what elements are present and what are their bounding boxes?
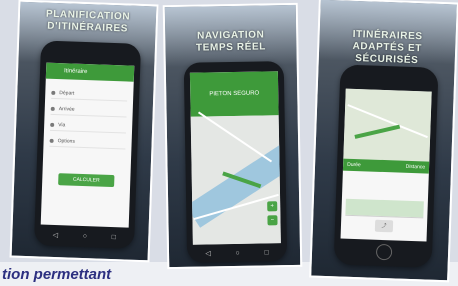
phone-device: Itinéraire Départ Arrivée Via Options CA…: [33, 40, 142, 249]
panel-planification: PLANIFICATION D'ITINÉRAIRES Itinéraire D…: [9, 0, 159, 263]
recents-icon[interactable]: □: [112, 234, 116, 241]
phone-screen: PIETON SEGURO + −: [189, 71, 281, 245]
promo-scene: PLANIFICATION D'ITINÉRAIRES Itinéraire D…: [0, 0, 458, 286]
elevation-chart: [345, 180, 425, 219]
route-field-options[interactable]: Options: [49, 134, 126, 150]
elevation-area: [345, 198, 424, 218]
marker-icon: [50, 122, 55, 127]
distance-label: Distance: [405, 163, 426, 171]
route-field-label: Via: [58, 122, 66, 129]
duration-label: Durée: [347, 161, 361, 169]
panel-itineraires: ITINÉRAIRES ADAPTÉS ET SÉCURISÉS Durée D…: [309, 0, 458, 283]
marker-icon: [51, 90, 56, 95]
caption-text: tion permettant: [2, 266, 112, 283]
marker-icon: [50, 106, 55, 111]
phone-device: Durée Distance ⤴: [333, 64, 439, 268]
map-view[interactable]: + −: [189, 111, 281, 245]
route-field-arrival[interactable]: Arrivée: [50, 102, 127, 118]
panel-navigation: NAVIGATION TEMPS RÉEL PIETON SEGURO + − …: [162, 2, 303, 270]
panel-headline: PLANIFICATION D'ITINÉRAIRES: [45, 8, 131, 35]
map-view[interactable]: [343, 88, 432, 162]
zoom-out-button[interactable]: −: [267, 215, 278, 226]
phone-device: PIETON SEGURO + − ◁ ○ □: [183, 61, 288, 263]
home-button[interactable]: [375, 243, 393, 261]
panel-headline: NAVIGATION TEMPS RÉEL: [195, 29, 266, 54]
home-icon[interactable]: ○: [83, 233, 87, 240]
app-bar: PIETON SEGURO: [189, 71, 279, 117]
calculate-route-button[interactable]: CALCULER: [58, 173, 115, 188]
app-bar: Itinéraire: [45, 62, 135, 82]
back-icon[interactable]: ◁: [205, 249, 211, 257]
back-icon[interactable]: ◁: [53, 231, 59, 239]
android-navbar: ◁ ○ □: [193, 245, 281, 261]
route-field-departure[interactable]: Départ: [51, 86, 128, 102]
street-line: [197, 111, 273, 163]
android-navbar: ◁ ○ □: [40, 228, 128, 245]
phone-screen: Itinéraire Départ Arrivée Via Options CA…: [40, 62, 135, 228]
route-line: [354, 124, 401, 139]
panel-headline: ITINÉRAIRES ADAPTÉS ET SÉCURISÉS: [352, 28, 423, 67]
route-field-label: Arrivée: [58, 106, 75, 113]
recents-icon[interactable]: □: [264, 249, 268, 256]
route-field-label: Options: [57, 138, 75, 145]
home-icon[interactable]: ○: [235, 249, 239, 256]
zoom-in-button[interactable]: +: [267, 201, 278, 212]
route-field-via[interactable]: Via: [49, 118, 127, 134]
info-bar: Durée Distance: [342, 158, 430, 174]
share-button[interactable]: ⤴: [374, 219, 394, 233]
route-field-label: Départ: [59, 90, 75, 97]
marker-icon: [49, 138, 54, 143]
phone-screen: Durée Distance ⤴: [340, 88, 432, 242]
